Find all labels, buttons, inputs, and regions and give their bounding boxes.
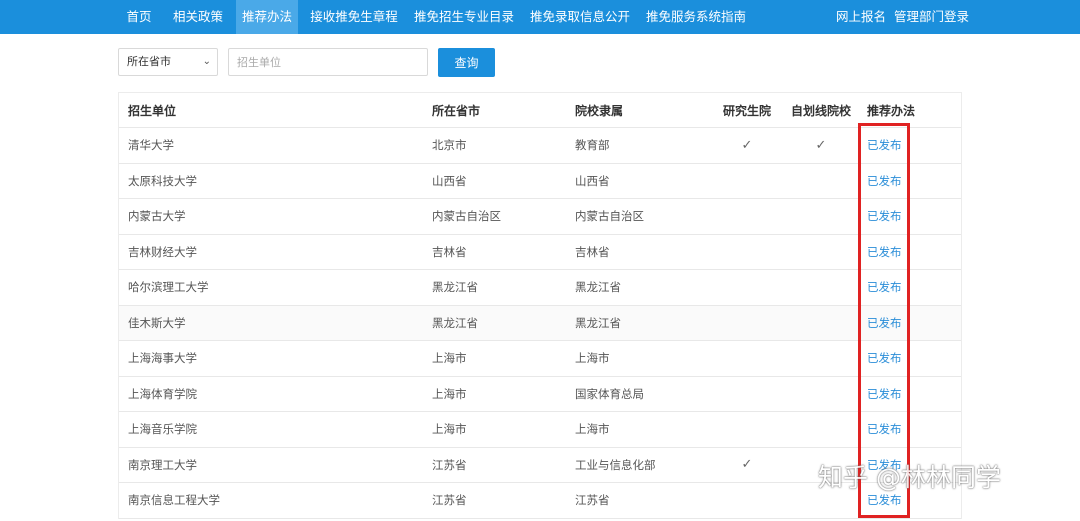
- header-graduate-school: 研究生院: [722, 103, 771, 118]
- cell-self-line: [789, 377, 853, 412]
- table-row: 吉林财经大学 吉林省 吉林省 已发布: [119, 235, 961, 270]
- cell-unit: 吉林财经大学: [128, 244, 197, 259]
- cell-affiliation: 江苏省: [575, 493, 610, 508]
- cell-affiliation: 上海市: [575, 351, 610, 366]
- nav-item-policies[interactable]: 相关政策: [166, 0, 230, 34]
- table-row: 内蒙古大学 内蒙古自治区 内蒙古自治区 已发布: [119, 199, 961, 235]
- cell-unit: 上海体育学院: [128, 386, 197, 401]
- cell-province: 上海市: [432, 422, 467, 437]
- nav-item-guide[interactable]: 推免服务系统指南: [642, 0, 750, 34]
- unit-search-input[interactable]: [228, 48, 428, 76]
- chevron-down-icon: ⌄: [202, 56, 211, 67]
- province-select[interactable]: 所在省市 ⌄: [118, 48, 218, 76]
- cell-affiliation: 内蒙古自治区: [575, 209, 644, 224]
- cell-graduate-school: ✓: [741, 457, 753, 473]
- table-row: 上海体育学院 上海市 国家体育总局 已发布: [119, 377, 961, 412]
- results-table: 招生单位 所在省市 院校隶属 研究生院 自划线院校 推荐办法 清华大学 北京市 教育…: [118, 92, 962, 519]
- cell-self-line: [789, 412, 853, 447]
- cell-province: 北京市: [432, 138, 467, 153]
- cell-graduate-school: ✓: [741, 137, 753, 153]
- cell-unit: 内蒙古大学: [128, 209, 186, 224]
- cell-self-line: [789, 199, 853, 234]
- cell-unit: 南京信息工程大学: [128, 493, 220, 508]
- nav-item-catalog[interactable]: 推免招生专业目录: [410, 0, 518, 34]
- cell-graduate-school: [715, 164, 779, 199]
- cell-unit: 清华大学: [128, 138, 174, 153]
- cell-unit: 哈尔滨理工大学: [128, 280, 209, 295]
- header-affiliation: 院校隶属: [575, 103, 624, 118]
- cell-province: 江苏省: [432, 493, 467, 508]
- header-unit: 招生单位: [128, 103, 177, 118]
- table-row: 佳木斯大学 黑龙江省 黑龙江省 已发布: [119, 305, 961, 341]
- cell-graduate-school: [715, 235, 779, 270]
- table-row: 上海音乐学院 上海市 上海市 已发布: [119, 412, 961, 448]
- cell-affiliation: 山西省: [575, 173, 610, 188]
- top-nav: 首页 相关政策 推荐办法 接收推免生章程 推免招生专业目录 推免录取信息公开 推…: [0, 0, 1080, 34]
- cell-affiliation: 工业与信息化部: [575, 457, 656, 472]
- cell-graduate-school: [715, 306, 779, 341]
- nav-item-home[interactable]: 首页: [118, 0, 160, 34]
- cell-province: 山西省: [432, 173, 467, 188]
- table-row: 上海海事大学 上海市 上海市 已发布: [119, 341, 961, 377]
- cell-province: 吉林省: [432, 244, 467, 259]
- table-row: 太原科技大学 山西省 山西省 已发布: [119, 164, 961, 199]
- nav-item-recommend-method[interactable]: 推荐办法: [236, 0, 298, 34]
- cell-province: 黑龙江省: [432, 280, 478, 295]
- header-self-line: 自划线院校: [790, 103, 851, 118]
- cell-province: 上海市: [432, 386, 467, 401]
- cell-unit: 上海音乐学院: [128, 422, 197, 437]
- cell-unit: 上海海事大学: [128, 351, 197, 366]
- cell-affiliation: 黑龙江省: [575, 315, 621, 330]
- cell-province: 上海市: [432, 351, 467, 366]
- header-province: 所在省市: [432, 103, 481, 118]
- table-row: 哈尔滨理工大学 黑龙江省 黑龙江省 已发布: [119, 270, 961, 306]
- cell-self-line: [789, 164, 853, 199]
- nav-item-online-apply[interactable]: 网上报名: [836, 0, 886, 34]
- cell-affiliation: 国家体育总局: [575, 386, 644, 401]
- nav-item-charter[interactable]: 接收推免生章程: [306, 0, 402, 34]
- cell-unit: 佳木斯大学: [128, 315, 186, 330]
- cell-affiliation: 教育部: [575, 138, 610, 153]
- cell-self-line: ✓: [815, 137, 827, 153]
- cell-unit: 南京理工大学: [128, 457, 197, 472]
- province-select-value: 所在省市: [127, 55, 171, 68]
- cell-graduate-school: [715, 483, 779, 518]
- nav-item-admin-login[interactable]: 管理部门登录: [894, 0, 969, 34]
- cell-graduate-school: [715, 199, 779, 234]
- cell-unit: 太原科技大学: [128, 173, 197, 188]
- cell-graduate-school: [715, 412, 779, 447]
- watermark: 知乎 @林林同学: [818, 463, 1001, 492]
- header-method: 推荐办法: [867, 103, 916, 118]
- nav-item-admission-info[interactable]: 推免录取信息公开: [526, 0, 634, 34]
- cell-province: 内蒙古自治区: [432, 209, 501, 224]
- cell-self-line: [789, 270, 853, 305]
- cell-province: 江苏省: [432, 457, 467, 472]
- query-button[interactable]: 查询: [438, 48, 495, 77]
- cell-province: 黑龙江省: [432, 315, 478, 330]
- table-header: 招生单位 所在省市 院校隶属 研究生院 自划线院校 推荐办法: [119, 92, 961, 128]
- cell-affiliation: 黑龙江省: [575, 280, 621, 295]
- cell-self-line: [789, 341, 853, 376]
- cell-affiliation: 上海市: [575, 422, 610, 437]
- cell-self-line: [789, 235, 853, 270]
- cell-self-line: [789, 306, 853, 341]
- cell-affiliation: 吉林省: [575, 244, 610, 259]
- cell-graduate-school: [715, 341, 779, 376]
- table-row: 清华大学 北京市 教育部 ✓ ✓ 已发布: [119, 128, 961, 164]
- cell-graduate-school: [715, 377, 779, 412]
- cell-graduate-school: [715, 270, 779, 305]
